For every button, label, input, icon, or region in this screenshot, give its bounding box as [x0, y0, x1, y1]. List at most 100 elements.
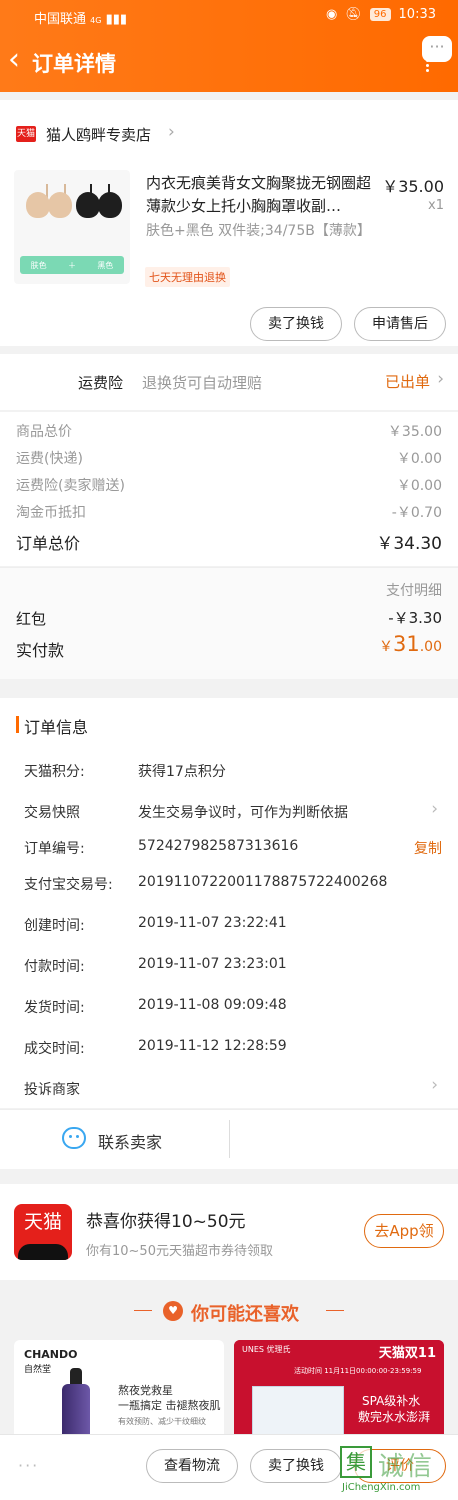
- info-label: 发货时间:: [24, 1000, 85, 1016]
- order-total-value: ￥34.30: [376, 534, 442, 554]
- product-price: ￥35.00: [382, 177, 444, 196]
- paid-integer: 31: [393, 632, 420, 656]
- complain-merchant-link[interactable]: 投诉商家: [24, 1079, 80, 1099]
- order-total-label: 订单总价: [16, 534, 81, 553]
- chevron-right-icon[interactable]: ›: [168, 122, 175, 142]
- ad-detail: 有效预防、减少干纹细纹: [118, 1417, 206, 1426]
- tmall-store-icon: 天猫: [16, 126, 36, 142]
- info-value[interactable]: 发生交易争议时，可作为判断依据: [138, 802, 348, 822]
- info-value: 2019-11-07 23:22:41: [138, 915, 287, 931]
- carrier-label: 中国联通 4G ▮▮▮: [34, 12, 128, 27]
- mute-icon: 🔕︎: [345, 7, 362, 22]
- info-label: 成交时间:: [24, 1041, 85, 1057]
- info-value: 2019-11-08 09:09:48: [138, 997, 287, 1013]
- watermark-url: JiChengXin.com: [342, 1482, 421, 1493]
- price-row-value: ￥35.00: [387, 424, 442, 440]
- info-value: 2019-11-12 12:28:59: [138, 1038, 287, 1054]
- page-title: 订单详情: [32, 52, 116, 76]
- info-label: 付款时间:: [24, 959, 85, 975]
- sell-for-cash-button[interactable]: 卖了换钱: [250, 1449, 342, 1483]
- divider: [326, 1310, 344, 1311]
- bra-cup-nude: [26, 192, 50, 218]
- info-value: 2019-11-07 23:23:01: [138, 956, 287, 972]
- product-title[interactable]: 内衣无痕美背女文胸聚拢无钢圈超薄款少女上托小胸胸罩收副…: [146, 172, 380, 218]
- tmall-logo: 天猫: [14, 1204, 72, 1260]
- after-sale-button[interactable]: 申请售后: [354, 307, 446, 341]
- watermark-text: 诚信: [378, 1452, 435, 1482]
- brand-name: CHANDO: [24, 1348, 78, 1361]
- info-value: 2019110722001178875722400268: [138, 874, 388, 890]
- battery-indicator: 96: [369, 8, 391, 21]
- heart-icon: ♥: [163, 1301, 183, 1321]
- app-header: 中国联通 4G ▮▮▮ ◉ 🔕︎ 96 10:33 ‹ 订单详情 ···: [0, 0, 458, 92]
- payment-detail-link[interactable]: 支付明细: [386, 580, 442, 600]
- ad-headline: 熬夜党救星: [118, 1384, 173, 1397]
- paid-amount-value: ￥31.00: [379, 632, 442, 656]
- color-label-bar: 肤色 ＋ 黑色: [20, 256, 124, 274]
- watermark-logo: 集: [340, 1446, 372, 1478]
- clock: 10:33: [398, 7, 436, 22]
- status-right: ◉ 🔕︎ 96 10:33: [326, 7, 436, 22]
- ad-subline: 一瓶搞定 击褪熬夜肌: [118, 1399, 221, 1412]
- info-label: 创建时间:: [24, 918, 85, 934]
- order-info-title: 订单信息: [24, 718, 89, 737]
- bra-cup-black: [76, 192, 100, 218]
- menu-dots-icon[interactable]: [426, 58, 432, 72]
- price-row-label: 商品总价: [16, 424, 72, 440]
- chevron-right-icon[interactable]: ›: [431, 1075, 438, 1095]
- divider: [134, 1310, 152, 1311]
- return-policy-badge: 七天无理由退换: [145, 267, 230, 287]
- more-actions-icon[interactable]: ···: [18, 1456, 39, 1475]
- divider: [229, 1120, 230, 1158]
- watermark: 集 诚信 JiChengXin.com: [340, 1446, 450, 1493]
- chevron-right-icon[interactable]: ›: [431, 799, 438, 819]
- product-quantity: x1: [428, 198, 444, 213]
- plus-icon: ＋: [67, 260, 76, 270]
- eye-icon: ◉: [325, 7, 338, 22]
- price-row-value: -￥0.70: [391, 505, 442, 521]
- copy-order-id-button[interactable]: 复制: [414, 838, 442, 858]
- insurance-label: 运费险: [78, 374, 124, 392]
- ad-banner: UNES 优理氏 天猫双11: [234, 1340, 444, 1364]
- promo-title: 恭喜你获得10~50元: [86, 1212, 246, 1232]
- product-spec: 肤色+黑色 双件装;34/75B【薄款】: [146, 223, 371, 239]
- ad-subline: 敷完水水澎湃: [358, 1410, 431, 1424]
- bra-cup-black: [98, 192, 122, 218]
- sell-for-cash-button[interactable]: 卖了换钱: [250, 307, 342, 341]
- ad-date: 活动时间 11月11日00:00:00-23:59:59: [294, 1367, 422, 1375]
- red-packet-value: -￥3.30: [388, 609, 442, 627]
- info-value: 572427982587313616: [138, 838, 299, 854]
- tmall-logo-text: 天猫: [23, 1211, 62, 1233]
- open-app-button[interactable]: 去App领: [364, 1214, 444, 1248]
- price-row-value: ￥0.00: [396, 478, 442, 494]
- info-label: 订单编号:: [24, 841, 85, 857]
- view-logistics-button[interactable]: 查看物流: [146, 1449, 238, 1483]
- section-accent-bar: [16, 716, 19, 733]
- product-image[interactable]: 肤色 ＋ 黑色: [14, 170, 130, 284]
- store-name[interactable]: 猫人鸥畔专卖店: [46, 124, 151, 145]
- tmall-cat-icon: [18, 1244, 68, 1260]
- price-row-label: 运费(快递): [16, 451, 83, 467]
- info-label[interactable]: 交易快照: [24, 802, 80, 822]
- recommend-title: 你可能还喜欢: [191, 1304, 299, 1325]
- chevron-right-icon[interactable]: ›: [437, 369, 444, 389]
- double-11-badge: 天猫双11: [378, 1346, 436, 1361]
- color-label: 黑色: [97, 260, 114, 270]
- contact-seller-button[interactable]: 联系卖家: [98, 1129, 162, 1153]
- price-row-value: ￥0.00: [396, 451, 442, 467]
- ad-headline: SPA级补水: [362, 1394, 421, 1408]
- insurance-desc: 退换货可自动理赔: [142, 374, 263, 392]
- brand-name: UNES 优理氏: [242, 1345, 291, 1354]
- brand-name-cn: 自然堂: [24, 1365, 52, 1375]
- paid-amount-label: 实付款: [16, 641, 65, 660]
- price-row-label: 淘金币抵扣: [16, 505, 86, 521]
- back-arrow-icon[interactable]: ‹: [8, 45, 20, 75]
- color-label: 肤色: [30, 260, 47, 270]
- promo-subtitle: 你有10~50元天猫超市券待领取: [86, 1244, 273, 1259]
- paid-currency: ￥: [379, 639, 393, 655]
- bra-cup-nude: [48, 192, 72, 218]
- info-value: 获得17点积分: [138, 764, 226, 780]
- price-row-label: 运费险(卖家赠送): [16, 478, 125, 494]
- customer-service-icon[interactable]: [62, 1127, 86, 1149]
- status-bar: 中国联通 4G ▮▮▮ ◉ 🔕︎ 96 10:33: [0, 0, 458, 32]
